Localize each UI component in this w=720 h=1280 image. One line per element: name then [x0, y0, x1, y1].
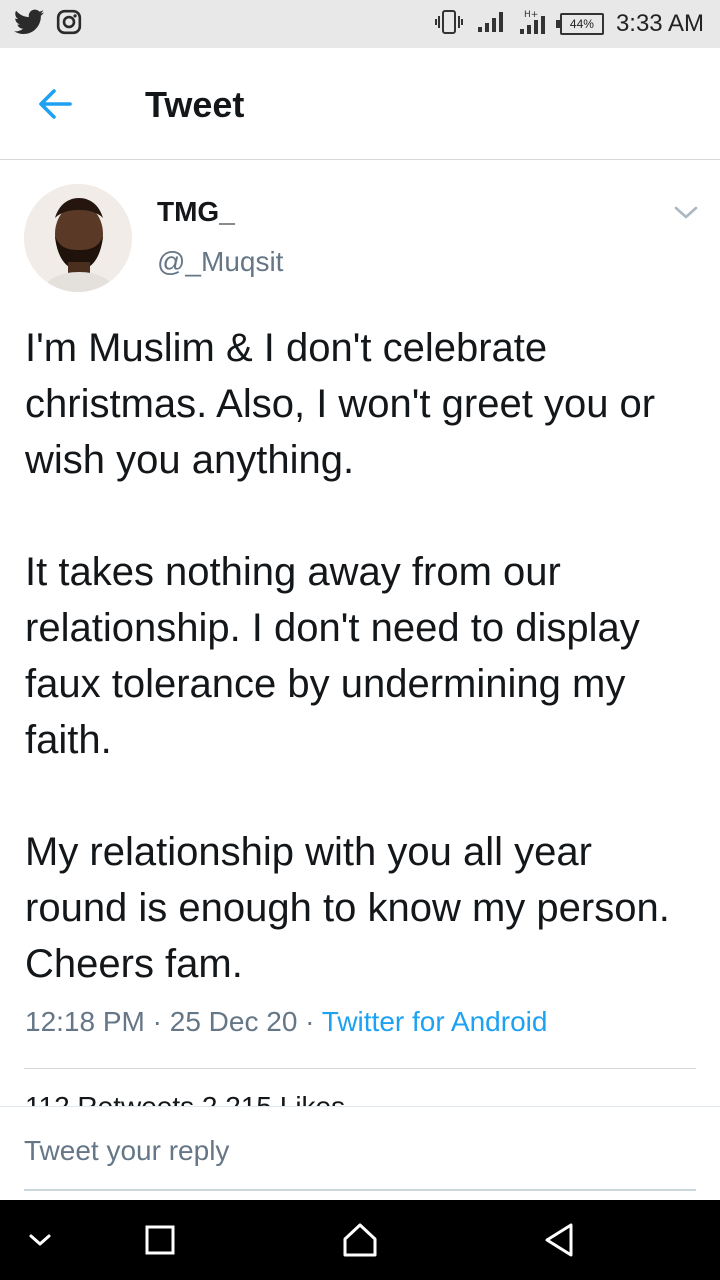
signal-ht-icon: H+	[518, 8, 548, 41]
vibrate-icon	[434, 9, 464, 40]
reply-composer: Tweet your reply	[0, 1106, 720, 1201]
meta-separator: ·	[152, 1006, 170, 1037]
clock: 3:33 AM	[615, 10, 704, 37]
navigation-bar	[0, 1200, 720, 1280]
tweet-source-link[interactable]: Twitter for Android	[322, 1006, 548, 1037]
avatar[interactable]	[24, 184, 132, 292]
tweet-time: 12:18 PM	[25, 1006, 145, 1037]
chevron-down-icon[interactable]	[672, 200, 700, 224]
tweet-text: I'm Muslim & I don't celebrate christmas…	[25, 320, 705, 992]
tweet-paragraph: My relationship with you all year round …	[25, 830, 670, 986]
signal-icon	[476, 10, 506, 39]
tweet-paragraph: I'm Muslim & I don't celebrate christmas…	[25, 326, 656, 482]
page-title: Tweet	[145, 84, 245, 125]
status-bar: H+ 44% 3:33 AM	[0, 0, 720, 48]
back-nav-icon[interactable]	[540, 1220, 580, 1260]
instagram-icon	[56, 9, 82, 40]
display-name[interactable]: TMG_	[157, 196, 235, 228]
tweet-date: 25 Dec 20	[169, 1006, 298, 1037]
tweet-meta: 12:18 PM · 25 Dec 20 · Twitter for Andro…	[25, 1006, 547, 1038]
svg-text:H+: H+	[524, 10, 538, 20]
app-header: Tweet	[0, 48, 720, 160]
divider	[24, 1068, 696, 1069]
user-handle[interactable]: @_Muqsit	[157, 246, 283, 278]
home-icon[interactable]	[340, 1220, 380, 1260]
reply-underline	[24, 1189, 696, 1191]
reply-input[interactable]: Tweet your reply	[24, 1135, 229, 1167]
twitter-icon	[14, 9, 44, 40]
meta-separator: ·	[305, 1006, 322, 1037]
tweet-paragraph: It takes nothing away from our relations…	[25, 550, 640, 762]
back-arrow-icon[interactable]	[36, 86, 76, 122]
chevron-down-nav-icon[interactable]	[20, 1220, 60, 1260]
recents-icon[interactable]	[140, 1220, 180, 1260]
battery-icon: 44%	[555, 13, 604, 35]
